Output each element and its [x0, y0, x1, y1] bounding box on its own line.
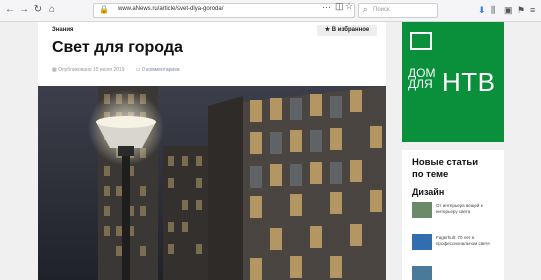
related-thumbnail: [412, 202, 432, 218]
comments-count: 0 комментариев: [142, 67, 180, 73]
related-heading: Новые статьи по теме: [412, 157, 479, 180]
article-category[interactable]: Знания: [52, 27, 74, 33]
ntv-advertisement[interactable]: ДОМ ДЛЯ НТВ: [402, 22, 504, 142]
related-item-title: Fagerhult: 70 лет в профессиональном све…: [436, 235, 490, 246]
related-item[interactable]: [412, 266, 500, 280]
reload-icon[interactable]: ↻: [32, 4, 44, 16]
ad-line-2: ДЛЯ: [408, 77, 433, 91]
pocket-icon[interactable]: ◫: [335, 1, 344, 12]
download-icon[interactable]: ⬇: [478, 4, 486, 16]
related-thumbnail: [412, 266, 432, 280]
home-icon[interactable]: ⌂: [46, 4, 58, 16]
article-meta: ▦ Опубликовано 15 июля 2019 ▭ 0 коммента…: [52, 67, 180, 73]
search-placeholder: Поиск: [373, 7, 390, 13]
url-text: www.aNews.ru/article/svet-dlya-goroda/: [118, 6, 224, 12]
ntv-logo: [410, 32, 432, 50]
forward-icon[interactable]: →: [18, 4, 30, 16]
library-icon[interactable]: ⫼: [491, 4, 495, 16]
web-page: Знания ★ В избранное Свет для города ▦ О…: [0, 22, 541, 280]
article-photo: [38, 86, 386, 280]
search-bar[interactable]: ⌕ Поиск: [358, 3, 438, 18]
ad-text: ДОМ ДЛЯ: [408, 67, 435, 91]
street-lamp-buildings-image: [38, 86, 386, 280]
sidebar-icon[interactable]: ▣: [504, 4, 513, 16]
right-sidebar: ДОМ ДЛЯ НТВ Новые статьи по теме Дизайн …: [402, 22, 504, 280]
related-thumbnail: [412, 234, 432, 250]
bookmark-star-icon[interactable]: ☆: [345, 1, 353, 12]
extension-icon[interactable]: ⚑: [517, 4, 525, 16]
related-tag[interactable]: Дизайн: [412, 187, 444, 197]
browser-toolbar: ← → ↻ ⌂ 🔒 www.aNews.ru/article/svet-dlya…: [0, 0, 541, 22]
search-icon: ⌕: [363, 5, 368, 14]
published-date: Опубликовано 15 июля 2019: [58, 67, 125, 73]
related-item[interactable]: Fagerhult: 70 лет в профессиональном све…: [412, 234, 500, 252]
lock-icon: 🔒: [99, 5, 109, 14]
related-item-title: От интерьера вещей к интерьеру света: [436, 203, 483, 214]
back-icon[interactable]: ←: [4, 4, 16, 16]
article-card: Знания ★ В избранное Свет для города ▦ О…: [38, 22, 386, 280]
add-to-favorites-button[interactable]: ★ В избранное: [317, 25, 377, 36]
menu-icon[interactable]: ≡: [530, 4, 535, 16]
related-item[interactable]: От интерьера вещей к интерьеру света: [412, 202, 500, 220]
url-bar[interactable]: 🔒 www.aNews.ru/article/svet-dlya-goroda/: [93, 3, 355, 18]
related-articles: Новые статьи по теме Дизайн От интерьера…: [402, 150, 504, 280]
page-actions-icon[interactable]: ···: [322, 2, 331, 12]
ad-brand: НТВ: [442, 67, 496, 97]
article-title: Свет для города: [52, 39, 183, 56]
comments-link[interactable]: ▭ 0 комментариев: [136, 67, 180, 73]
